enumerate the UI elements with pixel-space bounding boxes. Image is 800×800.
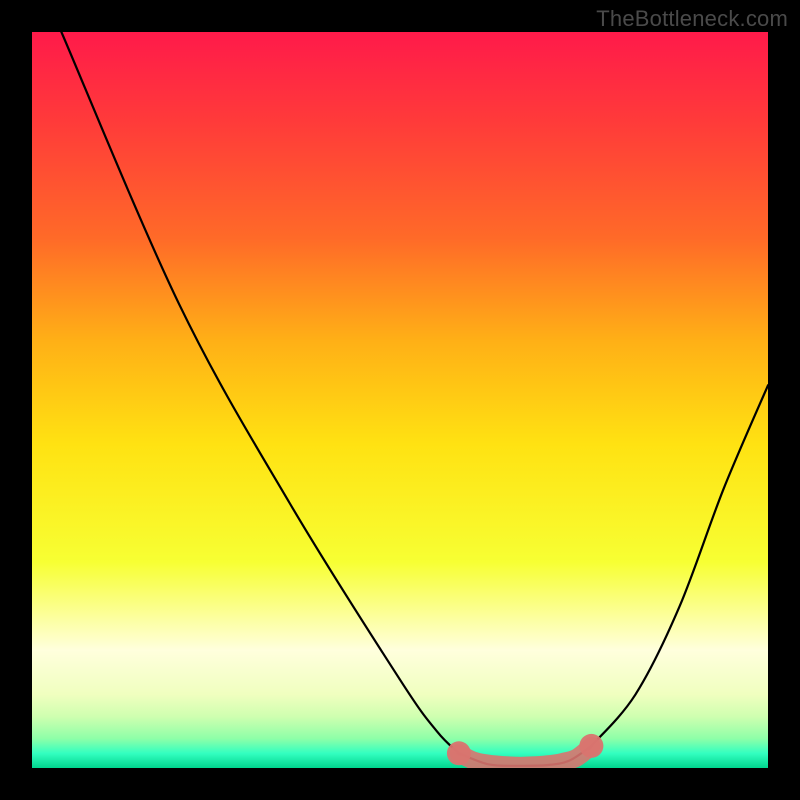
marker-band: [459, 746, 592, 766]
marker-end: [447, 741, 471, 765]
marker-layer: [32, 32, 768, 768]
chart-frame: TheBottleneck.com: [0, 0, 800, 800]
marker-end: [579, 734, 603, 758]
plot-area: [32, 32, 768, 768]
watermark-text: TheBottleneck.com: [596, 6, 788, 32]
